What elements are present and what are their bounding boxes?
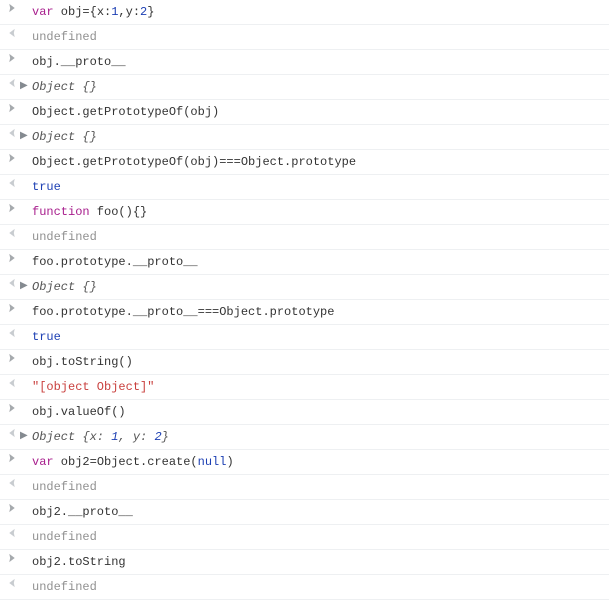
output-indicator-icon (4, 128, 20, 138)
input-code: var obj2=Object.create(null) (32, 453, 605, 471)
console-input-row: obj.valueOf() (0, 400, 609, 425)
output-indicator-icon (4, 78, 20, 88)
console-output-row: undefined (0, 525, 609, 550)
console-log: var obj={x:1,y:2}undefinedobj.__proto__▶… (0, 0, 609, 600)
console-output-row: ▶Object {} (0, 275, 609, 300)
console-input-row: obj.__proto__ (0, 50, 609, 75)
expand-object-icon[interactable]: ▶ (20, 278, 32, 296)
console-input-row: obj.toString() (0, 350, 609, 375)
console-input-row: function foo(){} (0, 200, 609, 225)
output-value: undefined (32, 478, 605, 496)
console-input-row: obj2.toString (0, 550, 609, 575)
input-indicator-icon (4, 403, 20, 413)
input-indicator-icon (4, 353, 20, 363)
output-value: undefined (32, 578, 605, 596)
output-value: true (32, 178, 605, 196)
output-indicator-icon (4, 428, 20, 438)
console-input-row: Object.getPrototypeOf(obj) (0, 100, 609, 125)
input-code: Object.getPrototypeOf(obj)===Object.prot… (32, 153, 605, 171)
input-indicator-icon (4, 3, 20, 13)
input-code: Object.getPrototypeOf(obj) (32, 103, 605, 121)
expand-object-icon[interactable]: ▶ (20, 428, 32, 446)
input-code: obj.__proto__ (32, 53, 605, 71)
input-code: obj.valueOf() (32, 403, 605, 421)
output-value: undefined (32, 528, 605, 546)
console-output-row: "[object Object]" (0, 375, 609, 400)
input-code: var obj={x:1,y:2} (32, 3, 605, 21)
console-output-row: undefined (0, 225, 609, 250)
expand-object-icon[interactable]: ▶ (20, 128, 32, 146)
input-indicator-icon (4, 553, 20, 563)
console-input-row: foo.prototype.__proto__===Object.prototy… (0, 300, 609, 325)
console-output-row: undefined (0, 575, 609, 600)
output-indicator-icon (4, 378, 20, 388)
output-value: Object {x: 1, y: 2} (32, 428, 605, 446)
output-indicator-icon (4, 578, 20, 588)
output-value: Object {} (32, 278, 605, 296)
console-output-row: undefined (0, 25, 609, 50)
output-value: undefined (32, 228, 605, 246)
input-code: function foo(){} (32, 203, 605, 221)
input-indicator-icon (4, 203, 20, 213)
output-value: "[object Object]" (32, 378, 605, 396)
console-output-row: true (0, 175, 609, 200)
input-code: foo.prototype.__proto__ (32, 253, 605, 271)
console-output-row: ▶Object {x: 1, y: 2} (0, 425, 609, 450)
input-code: obj2.toString (32, 553, 605, 571)
console-input-row: var obj2=Object.create(null) (0, 450, 609, 475)
output-value: undefined (32, 28, 605, 46)
console-output-row: undefined (0, 475, 609, 500)
input-indicator-icon (4, 253, 20, 263)
console-input-row: foo.prototype.__proto__ (0, 250, 609, 275)
input-indicator-icon (4, 153, 20, 163)
input-code: obj2.__proto__ (32, 503, 605, 521)
output-indicator-icon (4, 178, 20, 188)
expand-object-icon[interactable]: ▶ (20, 78, 32, 96)
input-code: obj.toString() (32, 353, 605, 371)
input-indicator-icon (4, 453, 20, 463)
output-indicator-icon (4, 228, 20, 238)
input-indicator-icon (4, 503, 20, 513)
console-output-row: ▶Object {} (0, 125, 609, 150)
output-value: true (32, 328, 605, 346)
console-input-row: Object.getPrototypeOf(obj)===Object.prot… (0, 150, 609, 175)
console-output-row: true (0, 325, 609, 350)
input-code: foo.prototype.__proto__===Object.prototy… (32, 303, 605, 321)
console-input-row: var obj={x:1,y:2} (0, 0, 609, 25)
output-indicator-icon (4, 478, 20, 488)
input-indicator-icon (4, 53, 20, 63)
output-value: Object {} (32, 78, 605, 96)
output-indicator-icon (4, 528, 20, 538)
console-output-row: ▶Object {} (0, 75, 609, 100)
output-indicator-icon (4, 328, 20, 338)
input-indicator-icon (4, 303, 20, 313)
output-indicator-icon (4, 28, 20, 38)
input-indicator-icon (4, 103, 20, 113)
console-input-row: obj2.__proto__ (0, 500, 609, 525)
output-indicator-icon (4, 278, 20, 288)
output-value: Object {} (32, 128, 605, 146)
